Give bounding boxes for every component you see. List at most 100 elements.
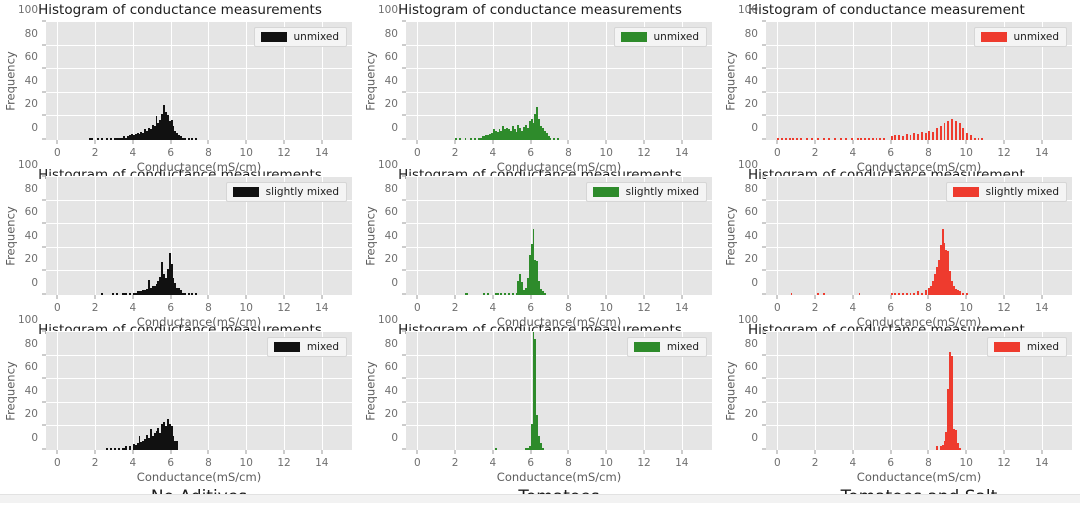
legend-label: unmixed (1013, 31, 1059, 43)
histogram-bar (799, 138, 802, 140)
x-tick-label: 2 (811, 147, 819, 159)
legend[interactable]: unmixed (613, 27, 707, 47)
x-tick-mark (852, 140, 854, 144)
histogram-bar (796, 138, 799, 140)
x-tick-mark (814, 140, 816, 144)
x-tick-mark (94, 140, 96, 144)
histogram-bar (973, 137, 976, 140)
y-tick-mark (762, 377, 766, 379)
legend[interactable]: mixed (626, 337, 707, 357)
x-tick-label: 10 (239, 457, 253, 469)
histogram-bar (954, 121, 957, 140)
x-tick-mark (1003, 450, 1005, 454)
legend-label: slightly mixed (625, 186, 699, 198)
x-tick-mark (927, 295, 929, 299)
y-tick-label: 100 (737, 314, 758, 326)
legend[interactable]: slightly mixed (945, 182, 1067, 202)
x-tick-mark (1003, 295, 1005, 299)
x-tick-mark (643, 140, 645, 144)
y-tick-mark (762, 354, 766, 356)
y-axis-label: Frequency (4, 332, 18, 450)
x-tick-label: 8 (925, 302, 932, 314)
legend[interactable]: unmixed (253, 27, 347, 47)
y-tick-mark (42, 199, 46, 201)
x-tick-label: 10 (959, 302, 973, 314)
x-tick-label: 14 (1035, 302, 1049, 314)
histogram-bar (947, 121, 950, 140)
legend[interactable]: slightly mixed (225, 182, 347, 202)
y-axis-label-text: Frequency (4, 206, 19, 266)
y-tick-mark (402, 199, 406, 201)
y-tick-label: 80 (744, 182, 758, 195)
y-tick-mark (402, 448, 406, 450)
y-tick-mark (762, 222, 766, 224)
histogram-bar (920, 292, 923, 295)
y-tick-mark (762, 424, 766, 426)
x-tick-mark (643, 295, 645, 299)
y-axis-label-text: Frequency (364, 51, 379, 111)
histogram-panel-row3-col2: Histogram of conductance measurements Fre… (360, 314, 720, 507)
histogram-bar (856, 137, 859, 140)
y-tick-label: 100 (377, 314, 398, 326)
histogram-bar (110, 448, 113, 450)
plot-area: 0 20 40 60 80 100 0 2 4 6 8 10 12 14 slightly mixed (18, 159, 352, 314)
x-tick-mark (56, 140, 58, 144)
plot-area: 0 20 40 60 80 100 0 2 4 6 8 10 12 14 slightly mixed (378, 159, 712, 314)
x-tick-mark (132, 140, 134, 144)
histogram-bar (958, 123, 961, 140)
y-tick-label: 40 (744, 229, 758, 242)
y-tick-mark (402, 424, 406, 426)
y-tick-mark (402, 330, 406, 332)
histogram-bar (901, 293, 904, 295)
y-tick-mark (42, 401, 46, 403)
y-axis-label: Frequency (724, 177, 738, 295)
histogram-panel-row2-col1: Histogram of conductance measurements Fre… (0, 159, 360, 329)
x-tick-label: 10 (959, 147, 973, 159)
legend[interactable]: unmixed (973, 27, 1067, 47)
legend[interactable]: mixed (986, 337, 1067, 357)
x-tick-label: 6 (887, 302, 894, 314)
x-tick-mark (776, 295, 778, 299)
histogram-bar (924, 290, 927, 295)
y-tick-mark (402, 246, 406, 248)
x-tick-mark (454, 140, 456, 144)
x-tick-label: 8 (565, 147, 572, 159)
y-tick-mark (42, 354, 46, 356)
legend-label: unmixed (293, 31, 339, 43)
x-tick-mark (681, 295, 683, 299)
y-axis-label: Frequency (364, 22, 378, 140)
x-tick-label: 14 (1035, 147, 1049, 159)
x-tick-mark (321, 450, 323, 454)
y-tick-label: 20 (24, 253, 38, 266)
histogram-bar (920, 131, 923, 140)
x-tick-label: 8 (565, 302, 572, 314)
y-tick-label: 40 (744, 74, 758, 87)
x-tick-mark (321, 295, 323, 299)
x-tick-label: 6 (887, 147, 894, 159)
histogram-bar (811, 138, 814, 140)
histogram-panel-row1-col2: Histogram of conductance measurements Fre… (360, 0, 720, 174)
x-tick-mark (170, 140, 172, 144)
y-tick-mark (762, 448, 766, 450)
histogram-bar (494, 448, 497, 450)
x-tick-mark (94, 450, 96, 454)
legend[interactable]: mixed (266, 337, 347, 357)
y-axis-label-text: Frequency (4, 51, 19, 111)
y-tick-label: 60 (384, 361, 398, 374)
x-tick-mark (56, 450, 58, 454)
x-tick-label: 14 (315, 457, 329, 469)
x-tick-label: 4 (849, 457, 857, 469)
y-tick-mark (762, 293, 766, 295)
x-tick-label: 14 (675, 147, 689, 159)
x-tick-label: 0 (773, 147, 781, 159)
histogram-bar (541, 447, 544, 450)
histogram-panel-row1-col1: Histogram of conductance measurements Fre… (0, 0, 360, 174)
y-tick-label: 40 (384, 74, 398, 87)
x-tick-label: 14 (315, 302, 329, 314)
y-tick-label: 40 (24, 229, 38, 242)
y-tick-label: 100 (377, 4, 398, 16)
y-tick-mark (762, 269, 766, 271)
legend[interactable]: slightly mixed (585, 182, 707, 202)
y-tick-mark (762, 44, 766, 46)
x-tick-label: 8 (205, 457, 212, 469)
